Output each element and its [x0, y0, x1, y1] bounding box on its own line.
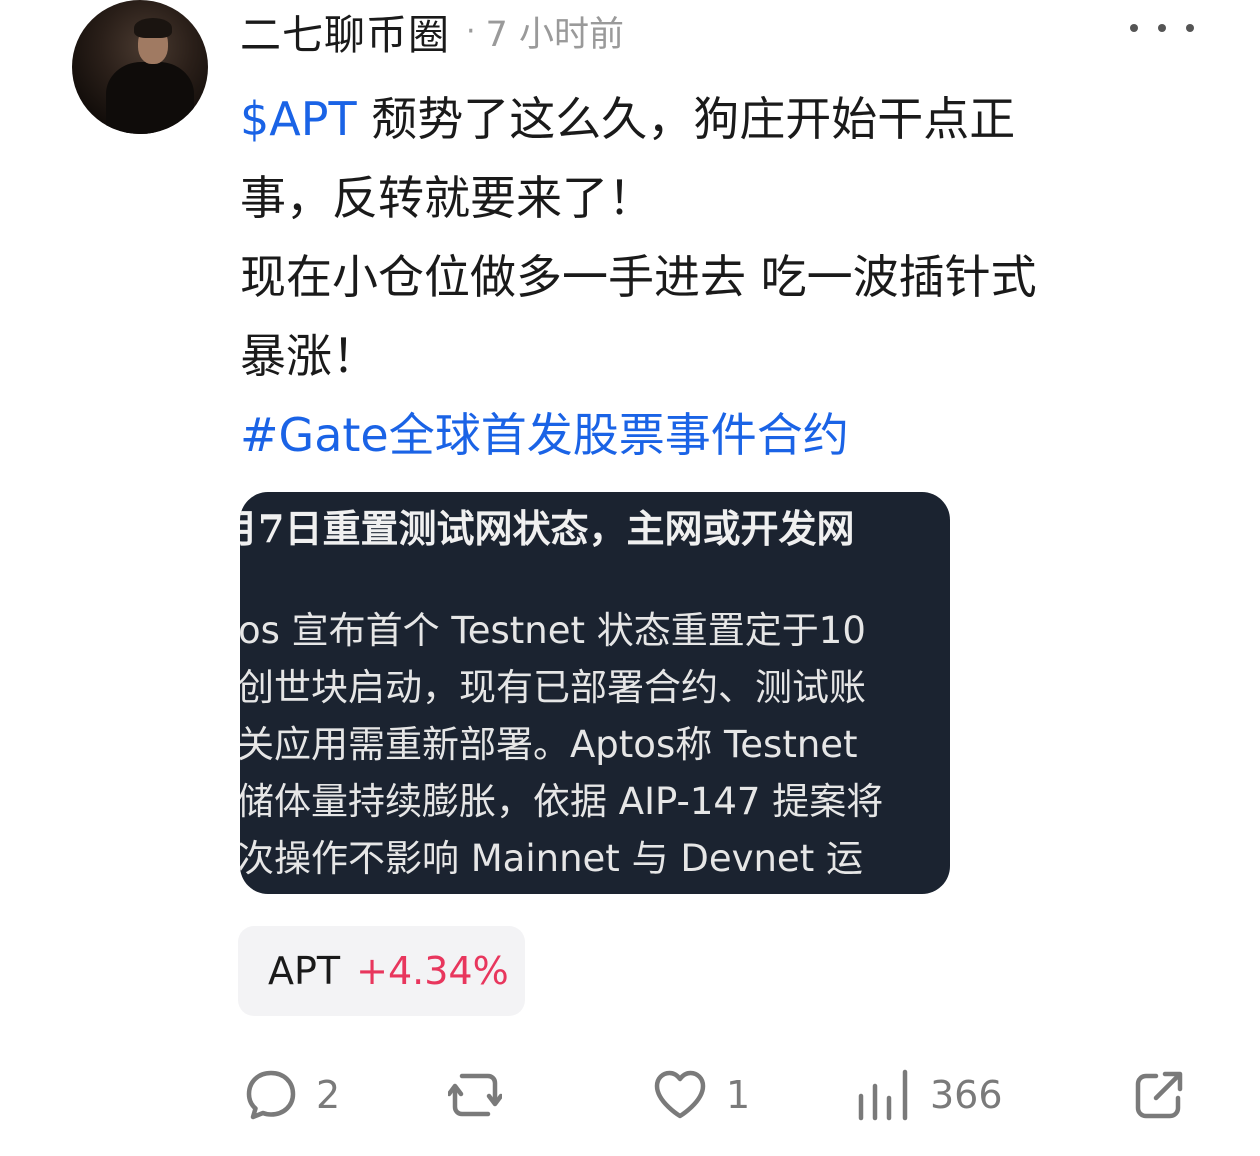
- price-chip-change: +4.34%: [356, 949, 509, 993]
- image-text-line: 所创世块启动，现有已部署合约、测试账: [240, 666, 866, 709]
- post-image[interactable]: 月7日重置测试网状态，主网或开发网 ptos 宣布首个 Testnet 状态重置…: [240, 492, 950, 894]
- price-chip[interactable]: APT +4.34%: [238, 926, 525, 1016]
- action-bar: 2 1 366: [0, 1060, 1260, 1130]
- post-body: $APT 颓势了这么久，狗庄开始干点正 事，反转就要来了！ 现在小仓位做多一手进…: [240, 80, 1200, 475]
- comment-icon: [244, 1068, 298, 1122]
- post-timestamp: 7 小时前: [485, 14, 624, 55]
- post-line-2: 事，反转就要来了！: [240, 171, 654, 225]
- post-line-3: 现在小仓位做多一手进去 吃一波插针式: [240, 250, 1037, 304]
- repost-button[interactable]: [448, 1060, 502, 1130]
- separator-dot: ·: [466, 13, 476, 49]
- image-text-line: 存储体量持续膨胀，依据 AIP-147 提案将: [240, 780, 884, 823]
- post-text-segment: 颓势了这么久，狗庄开始干点正: [356, 92, 1016, 146]
- author-avatar[interactable]: [72, 0, 208, 134]
- author-name[interactable]: 二七聊币圈: [240, 1, 450, 61]
- hashtag-link[interactable]: #Gate全球首发股票事件合约: [240, 396, 1200, 475]
- comment-button[interactable]: 2: [244, 1060, 340, 1130]
- avatar-figure-hair: [134, 18, 172, 38]
- view-count: 366: [930, 1073, 1003, 1117]
- more-dot-icon: [1186, 24, 1194, 32]
- views-stat[interactable]: 366: [856, 1060, 1003, 1130]
- post-header: 二七聊币圈 · 7 小时前: [240, 2, 624, 60]
- image-text-line: ptos 宣布首个 Testnet 状态重置定于10: [240, 609, 866, 652]
- like-icon: [652, 1068, 708, 1122]
- more-dot-icon: [1130, 24, 1138, 32]
- share-button[interactable]: [1132, 1060, 1186, 1130]
- more-dot-icon: [1158, 24, 1166, 32]
- image-text-line: 比次操作不影响 Mainnet 与 Devnet 运: [240, 837, 863, 880]
- ticker-link[interactable]: $APT: [240, 92, 357, 146]
- more-options-button[interactable]: [1130, 8, 1194, 48]
- like-count: 1: [726, 1073, 751, 1117]
- price-chip-symbol: APT: [268, 949, 341, 993]
- views-icon: [856, 1068, 912, 1122]
- image-body-text: ptos 宣布首个 Testnet 状态重置定于10 所创世块启动，现有已部署合…: [240, 602, 883, 887]
- post-line-1: $APT 颓势了这么久，狗庄开始干点正: [240, 80, 1200, 159]
- image-headline: 月7日重置测试网状态，主网或开发网: [240, 506, 855, 551]
- comment-count: 2: [316, 1073, 341, 1117]
- avatar-figure-body: [106, 62, 194, 134]
- like-button[interactable]: 1: [652, 1060, 750, 1130]
- share-icon: [1132, 1068, 1186, 1122]
- post-line-4: 暴涨！: [240, 329, 378, 383]
- image-text-line: 目关应用需重新部署。Aptos称 Testnet: [240, 723, 858, 766]
- repost-icon: [448, 1068, 502, 1122]
